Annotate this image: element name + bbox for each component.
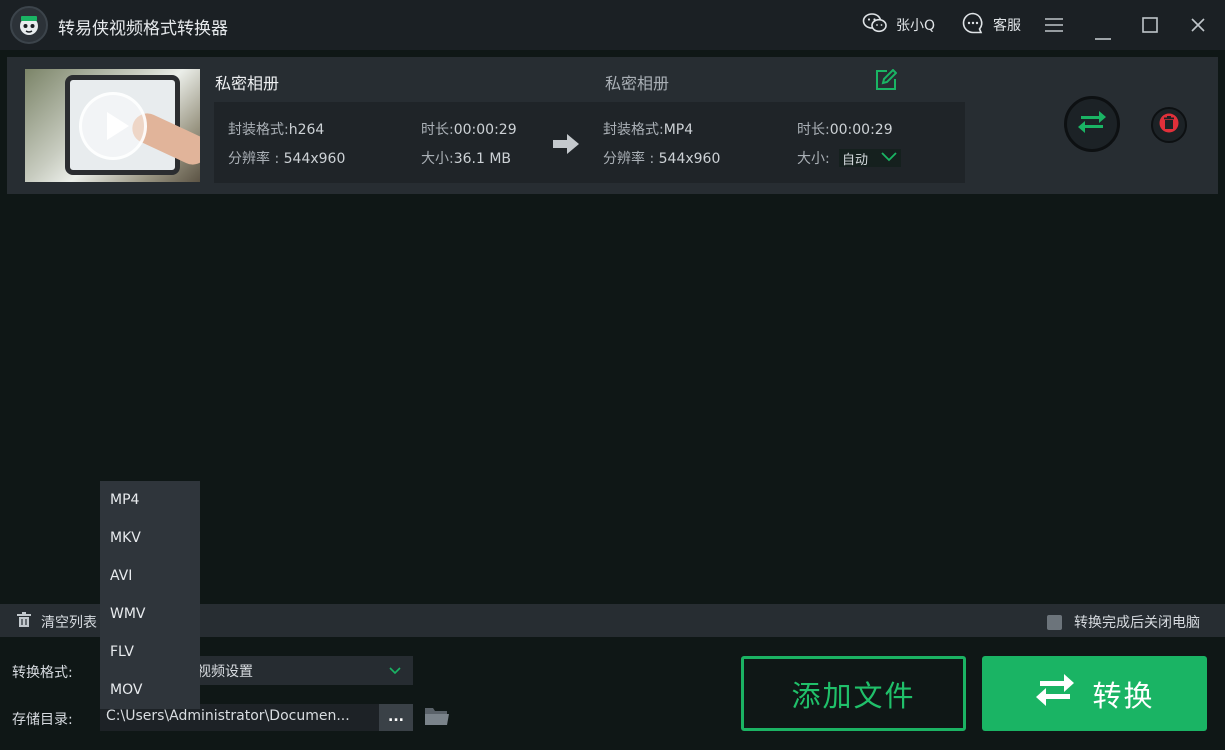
arrow-right-icon (552, 133, 580, 159)
target-container: 封装格式:MP4 (603, 122, 694, 138)
format-option-mp4[interactable]: MP4 (100, 481, 200, 519)
user-account[interactable]: 张小Q (862, 12, 935, 38)
add-file-button[interactable]: 添加文件 (741, 656, 966, 731)
clear-list-button[interactable]: 清空列表 (16, 612, 97, 632)
maximize-icon[interactable] (1142, 17, 1158, 37)
app-logo-icon (10, 6, 48, 44)
format-option-avi[interactable]: AVI (100, 557, 200, 595)
trash-icon (16, 612, 32, 632)
minimize-icon[interactable] (1094, 26, 1112, 45)
menu-icon[interactable] (1044, 17, 1064, 37)
source-duration: 时长:00:00:29 (421, 122, 517, 138)
target-size-select[interactable]: 自动 (839, 149, 901, 168)
target-duration: 时长:00:00:29 (797, 122, 893, 138)
close-icon[interactable] (1190, 17, 1206, 37)
trash-icon (1159, 113, 1179, 137)
convert-label: 转换 (1092, 678, 1155, 713)
customer-service[interactable]: 客服 (961, 12, 1021, 38)
target-resolution: 分辨率 : 544x960 (603, 151, 721, 167)
chevron-down-icon (389, 663, 401, 679)
output-dir-label: 存储目录: (12, 712, 73, 728)
format-option-mov[interactable]: MOV (100, 671, 200, 709)
source-resolution: 分辨率 : 544x960 (228, 151, 346, 167)
file-info-panel: 封装格式:h264 分辨率 : 544x960 时长:00:00:29 大小:3… (214, 102, 965, 183)
shutdown-checkbox[interactable] (1047, 614, 1062, 630)
shutdown-label: 转换完成后关闭电脑 (1074, 615, 1200, 631)
target-size-value: 自动 (842, 152, 869, 168)
convert-icon (1077, 108, 1107, 140)
format-dropdown-menu: MP4 MKV AVI WMV FLV MOV (100, 481, 200, 709)
format-value: 视频设置 (197, 663, 253, 680)
play-icon[interactable] (79, 92, 147, 160)
chat-bubble-icon (961, 11, 985, 39)
folder-icon[interactable] (424, 705, 450, 731)
format-label: 转换格式: (12, 665, 73, 681)
app-title: 转易侠视频格式转换器 (58, 19, 228, 39)
shutdown-after-option[interactable]: 转换完成后关闭电脑 (1047, 612, 1200, 632)
target-file-name: 私密相册 (605, 74, 670, 93)
delete-file-button[interactable] (1151, 107, 1187, 143)
edit-icon[interactable] (875, 68, 898, 95)
wechat-icon (862, 12, 888, 38)
file-item-card: 私密相册 私密相册 封装格式:h264 分辨率 : 544x960 时长:00:… (7, 57, 1218, 194)
convert-button[interactable]: 转换 (982, 656, 1207, 731)
chevron-down-icon (881, 151, 897, 166)
source-file-name: 私密相册 (215, 74, 280, 93)
target-size-label: 大小: (797, 151, 830, 167)
title-bar: 转易侠视频格式转换器 张小Q 客服 (0, 0, 1225, 50)
format-option-flv[interactable]: FLV (100, 633, 200, 671)
source-container: 封装格式:h264 (228, 122, 325, 138)
convert-single-button[interactable] (1064, 96, 1120, 152)
browse-button[interactable]: ... (379, 704, 413, 731)
format-option-mkv[interactable]: MKV (100, 519, 200, 557)
video-thumbnail[interactable] (25, 69, 200, 182)
convert-icon (1034, 670, 1076, 717)
clear-list-label: 清空列表 (41, 615, 97, 631)
customer-service-label: 客服 (993, 18, 1021, 34)
format-option-wmv[interactable]: WMV (100, 595, 200, 633)
user-name: 张小Q (896, 18, 936, 34)
source-size: 大小:36.1 MB (421, 151, 512, 167)
